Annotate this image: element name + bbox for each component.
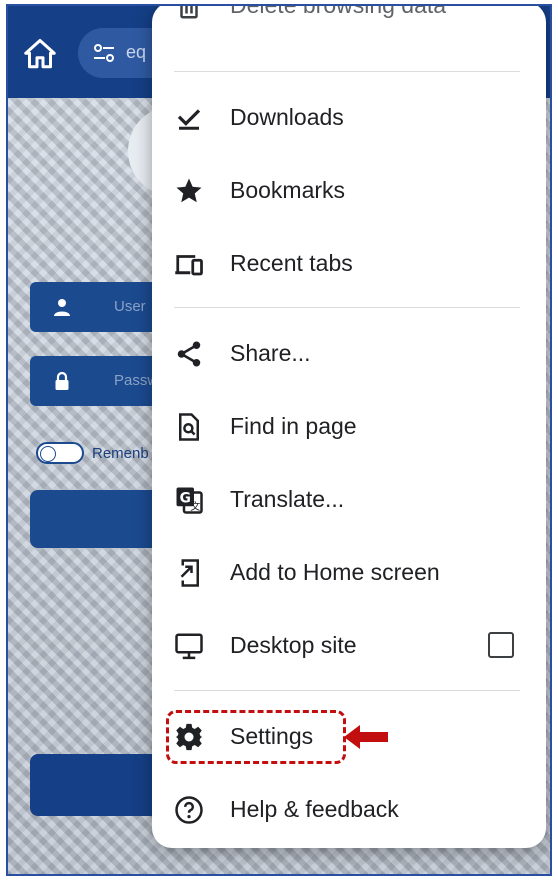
menu-item-label: Delete browsing data <box>230 4 447 18</box>
menu-item-add-to-home-screen[interactable]: Add to Home screen <box>152 537 546 607</box>
svg-text:文: 文 <box>190 500 200 513</box>
lock-icon <box>55 371 69 390</box>
pointer-arrow-icon <box>344 725 388 749</box>
menu-item-downloads[interactable]: Downloads <box>152 82 546 152</box>
menu-item-label: Help & feedback <box>230 796 399 822</box>
site-settings-icon[interactable] <box>92 42 116 64</box>
menu-divider <box>174 690 520 691</box>
settings-highlight-box <box>166 710 346 764</box>
menu-item-label: Recent tabs <box>230 250 353 276</box>
menu-item-label: Share... <box>230 340 311 366</box>
share-icon <box>177 341 201 367</box>
add-to-home-icon <box>180 559 199 587</box>
menu-divider <box>174 71 520 72</box>
user-icon <box>54 299 70 316</box>
menu-item-translate[interactable]: G 文 Translate... <box>152 464 546 534</box>
remember-toggle[interactable] <box>36 442 84 464</box>
star-icon <box>176 178 202 203</box>
menu-item-share[interactable]: Share... <box>152 318 546 388</box>
menu-item-label: Translate... <box>230 486 345 512</box>
menu-item-bookmarks[interactable]: Bookmarks <box>152 155 546 225</box>
menu-item-recent-tabs[interactable]: Recent tabs <box>152 228 546 298</box>
menu-item-help-feedback[interactable]: Help & feedback <box>152 774 546 844</box>
url-text[interactable]: eq <box>126 42 146 63</box>
screenshot-frame: eq User Passw Remenb Delete browsing dat… <box>6 4 552 876</box>
translate-icon: G 文 <box>176 487 203 514</box>
menu-item-label: Bookmarks <box>230 177 346 203</box>
menu-divider <box>174 307 520 308</box>
devices-icon <box>175 255 203 276</box>
monitor-icon <box>175 633 203 660</box>
download-icon <box>177 109 201 130</box>
remember-label: Remenb <box>92 445 149 462</box>
menu-item-delete-browsing-data[interactable]: Delete browsing data <box>152 4 546 40</box>
find-in-page-icon <box>179 413 199 441</box>
menu-item-label: Downloads <box>230 104 344 130</box>
username-placeholder: User <box>114 298 146 315</box>
menu-item-find-in-page[interactable]: Find in page <box>152 391 546 461</box>
home-icon[interactable] <box>22 36 58 72</box>
svg-text:G: G <box>180 491 191 507</box>
menu-item-label: Add to Home screen <box>230 559 440 585</box>
menu-item-desktop-site[interactable]: Desktop site <box>152 610 546 680</box>
trash-icon <box>180 6 198 19</box>
menu-item-label: Find in page <box>230 413 357 439</box>
desktop-site-checkbox[interactable] <box>488 632 514 658</box>
menu-item-label: Desktop site <box>230 632 357 658</box>
help-icon <box>175 796 203 824</box>
